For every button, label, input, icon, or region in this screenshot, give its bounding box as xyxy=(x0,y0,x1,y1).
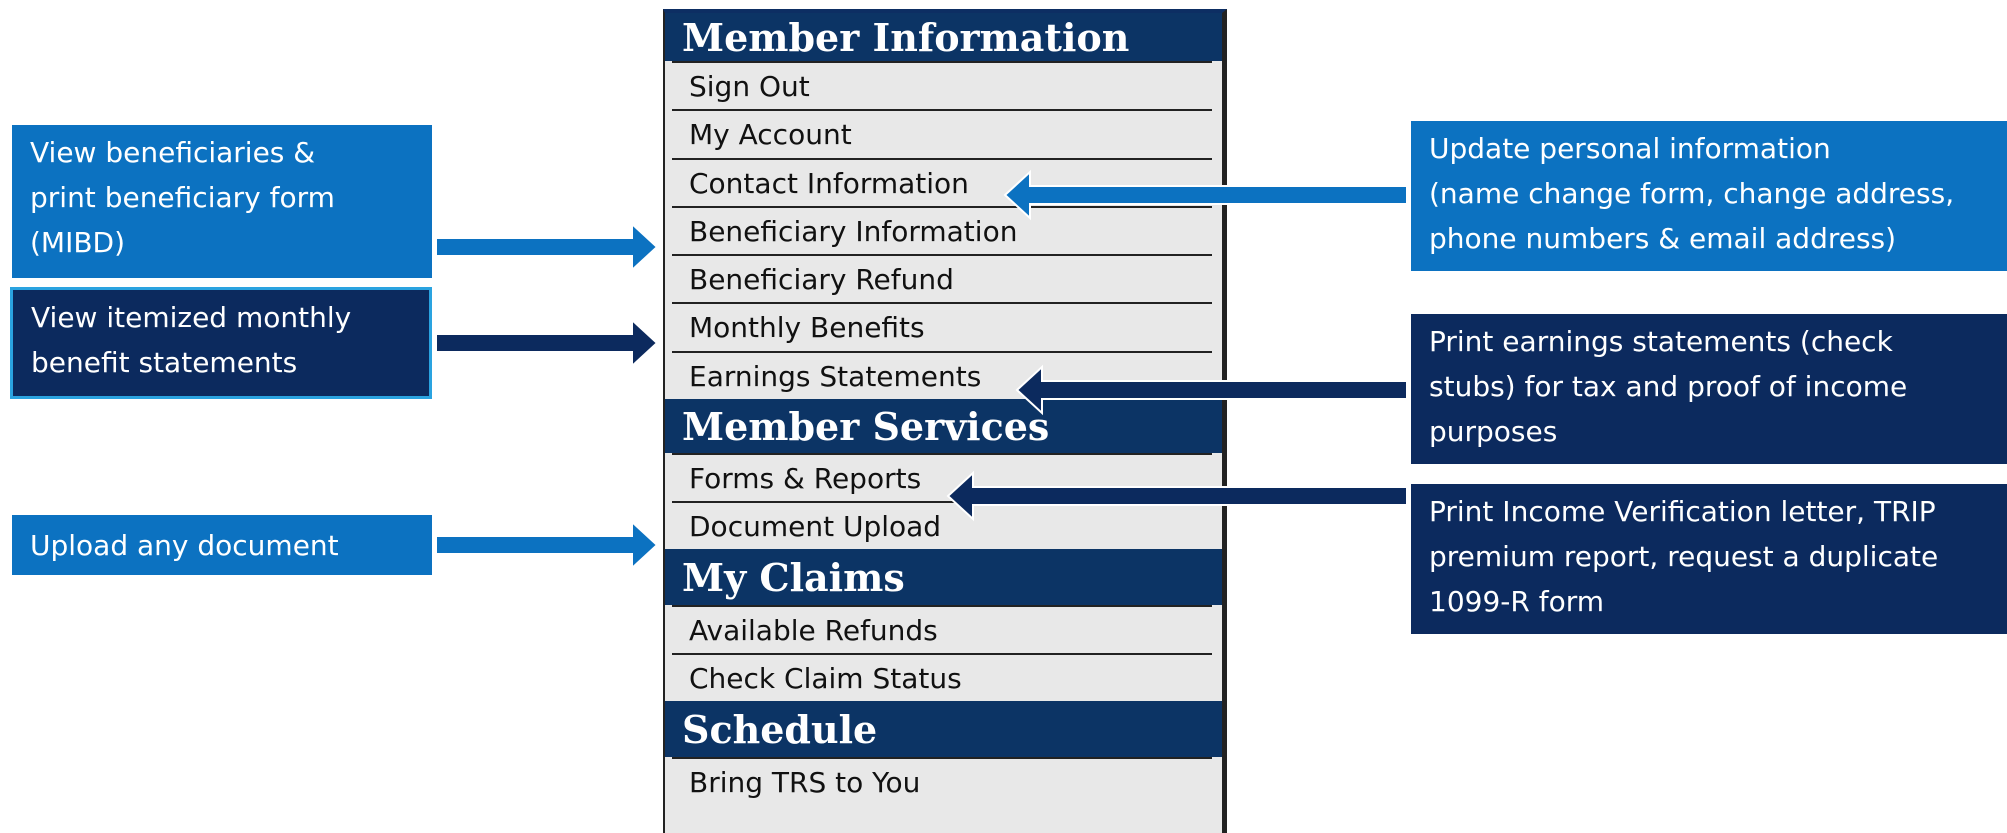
arrow-to-contact-information xyxy=(1003,169,1408,221)
arrow-to-forms-reports xyxy=(946,470,1408,522)
callout-arrows xyxy=(435,169,1408,571)
arrow-to-monthly-benefits xyxy=(435,317,659,369)
arrow-to-beneficiary-information xyxy=(435,221,659,273)
arrow-to-document-upload xyxy=(435,519,659,571)
arrow-to-earnings-statements xyxy=(1015,364,1408,416)
